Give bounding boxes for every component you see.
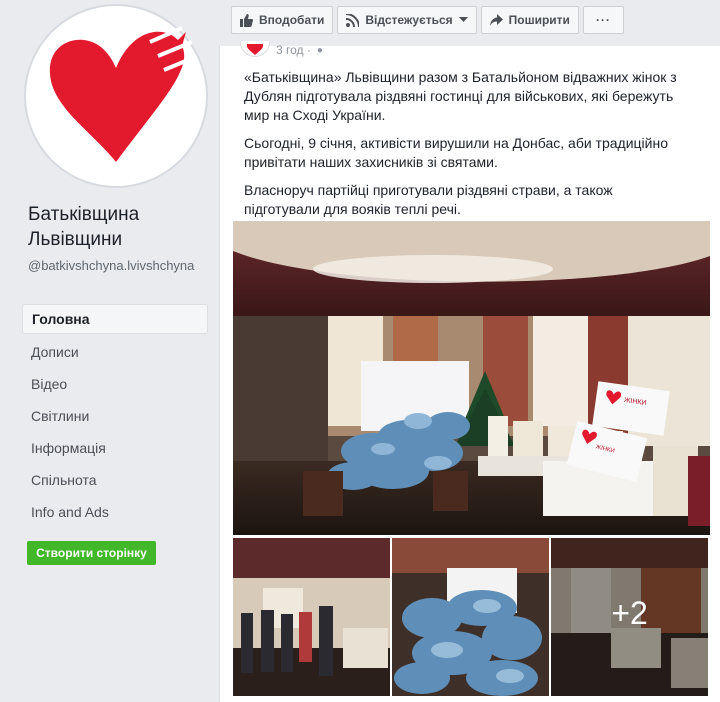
chevron-down-icon xyxy=(458,17,468,22)
heart-logo-icon xyxy=(32,12,200,180)
nav-item-info-and-ads[interactable]: Info and Ads xyxy=(22,496,208,528)
page-action-bar: Вподобати Відстежується Поширити ··· xyxy=(231,6,624,34)
nav-item-posts[interactable]: Дописи xyxy=(22,336,208,368)
post-timestamp[interactable]: 3 год · xyxy=(276,43,311,57)
page-nav: Головна Дописи Відео Світлини Інформація… xyxy=(22,304,208,528)
left-sidebar: Батьківщина Львівщини @batkivshchyna.lvi… xyxy=(0,0,219,702)
share-button[interactable]: Поширити xyxy=(480,6,579,34)
globe-icon: ● xyxy=(316,44,323,56)
like-label: Вподобати xyxy=(259,13,325,27)
more-options-button[interactable]: ··· xyxy=(582,6,624,34)
post-header: 3 год · ● xyxy=(240,41,323,59)
photo-gift-bags xyxy=(392,538,549,696)
post-paragraph: Сьогодні, 9 січня, активісти вирушили на… xyxy=(244,135,668,170)
post-paragraph: Власноруч партійці приготували різдвяні … xyxy=(244,182,613,217)
post-paragraph: «Батьківщина» Львівщини разом з Батальйо… xyxy=(244,69,677,123)
post-body: «Батьківщина» Львівщини разом з Батальйо… xyxy=(244,68,684,228)
post-main-photo[interactable]: ЖІНКИ ЖІНКИ xyxy=(233,221,710,535)
follow-button[interactable]: Відстежується xyxy=(337,6,477,34)
nav-item-community[interactable]: Спільнота xyxy=(22,464,208,496)
photo-thumbnail[interactable] xyxy=(233,538,390,696)
photo-thumbnails: +2 xyxy=(233,538,710,698)
share-label: Поширити xyxy=(508,13,570,27)
photo-thumbnail-more[interactable]: +2 xyxy=(551,538,708,696)
nav-item-about[interactable]: Інформація xyxy=(22,432,208,464)
nav-item-videos[interactable]: Відео xyxy=(22,368,208,400)
photo-thumbnail[interactable] xyxy=(392,538,549,696)
nav-item-home[interactable]: Головна xyxy=(22,304,208,334)
create-page-button[interactable]: Створити сторінку xyxy=(27,541,156,565)
photo-hall-with-gifts: ЖІНКИ ЖІНКИ xyxy=(233,221,710,535)
more-icon: ··· xyxy=(595,13,611,27)
photo-group-of-people xyxy=(233,538,390,696)
thumbs-up-icon xyxy=(240,13,253,27)
nav-item-photos[interactable]: Світлини xyxy=(22,400,208,432)
like-button[interactable]: Вподобати xyxy=(231,6,334,34)
page-title[interactable]: Батьківщина Львівщини xyxy=(28,202,208,252)
rss-icon xyxy=(346,13,360,27)
heart-logo-icon xyxy=(246,44,264,55)
share-arrow-icon xyxy=(489,14,503,26)
page-avatar[interactable] xyxy=(24,4,208,188)
post-author-avatar[interactable] xyxy=(240,41,270,59)
post-card: 3 год · ● «Батьківщина» Львівщини разом … xyxy=(219,41,720,702)
more-photos-count: +2 xyxy=(551,538,708,696)
page-username: @batkivshchyna.lvivshchyna xyxy=(28,258,195,273)
follow-label: Відстежується xyxy=(365,13,453,27)
